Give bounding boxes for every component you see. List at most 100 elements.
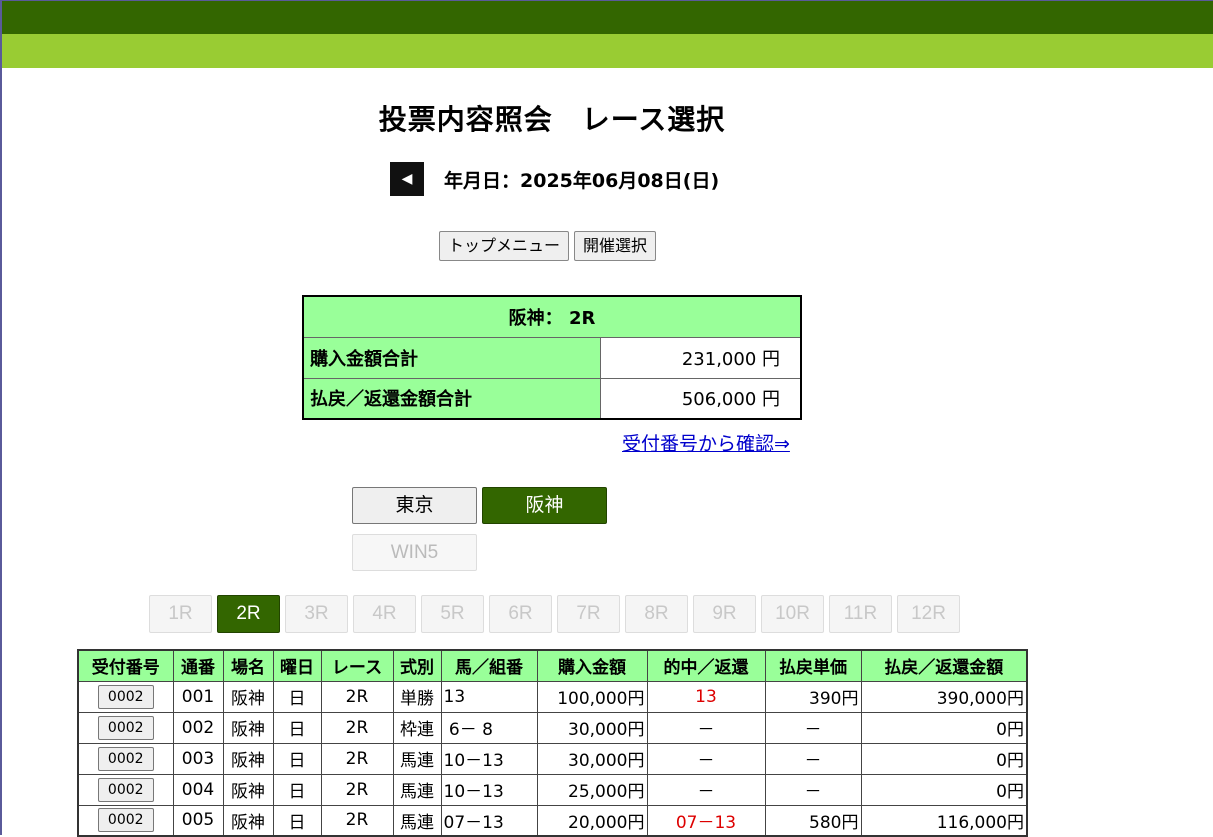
race-cell: 2R — [320, 804, 394, 837]
combo-cell: 13 — [440, 680, 538, 713]
payout-total-value: 506,000 円 — [599, 377, 802, 420]
amount-cell: 25,000円 — [536, 773, 648, 806]
day-cell: 日 — [272, 711, 322, 744]
col-venue: 場名 — [222, 649, 274, 682]
receipt-button[interactable]: 0002 — [97, 777, 154, 802]
receipt-button[interactable]: 0002 — [97, 715, 154, 740]
venue-cell: 阪神 — [222, 742, 274, 775]
top-menu-button[interactable]: トップメニュー — [439, 231, 570, 261]
unit-cell: － — [764, 711, 862, 744]
seq-cell: 005 — [172, 804, 224, 837]
col-receipt: 受付番号 — [77, 649, 174, 682]
amount-cell: 30,000円 — [536, 711, 648, 744]
col-amount: 購入金額 — [536, 649, 648, 682]
race-tab-2r[interactable]: 2R — [217, 595, 280, 633]
type-cell: 馬連 — [392, 742, 442, 775]
table-row: 0002 002 阪神 日 2R 枠連 6－ 8 30,000円 － － 0円 — [77, 711, 1028, 744]
payout-cell: 0円 — [860, 773, 1028, 806]
col-type: 式別 — [392, 649, 442, 682]
summary-header: 阪神： 2R — [302, 295, 802, 338]
race-tab-4r: 4R — [353, 595, 416, 633]
type-cell: 馬連 — [392, 804, 442, 837]
type-cell: 単勝 — [392, 680, 442, 713]
purchase-total-label: 購入金額合計 — [302, 336, 601, 379]
race-tab-3r: 3R — [285, 595, 348, 633]
seq-cell: 002 — [172, 711, 224, 744]
venue-select-button[interactable]: 開催選択 — [574, 231, 657, 261]
day-cell: 日 — [272, 804, 322, 837]
hit-cell: － — [646, 742, 766, 775]
date-label: 年月日：2025年06月08日(日) — [444, 169, 720, 192]
hit-cell: 13 — [646, 680, 766, 713]
race-tab-5r: 5R — [421, 595, 484, 633]
table-row: 0002 003 阪神 日 2R 馬連 10－13 30,000円 － － 0円 — [77, 742, 1028, 775]
col-seq: 通番 — [172, 649, 224, 682]
race-tab-11r: 11R — [829, 595, 892, 633]
col-payout: 払戻／返還金額 — [860, 649, 1028, 682]
combo-cell: 6－ 8 — [440, 711, 538, 744]
col-day: 曜日 — [272, 649, 322, 682]
race-tab-9r: 9R — [693, 595, 756, 633]
race-tabs: 1R 2R 3R 4R 5R 6R 7R 8R 9R 10R 11R 12R — [149, 595, 960, 633]
race-tab-12r: 12R — [897, 595, 960, 633]
payout-cell: 0円 — [860, 711, 1028, 744]
page-title: 投票内容照会 レース選択 — [378, 103, 726, 136]
venue-tab-win5: WIN5 — [352, 534, 477, 571]
hit-cell: － — [646, 711, 766, 744]
unit-cell: － — [764, 773, 862, 806]
receipt-button[interactable]: 0002 — [97, 746, 154, 771]
race-cell: 2R — [320, 680, 394, 713]
bet-table-header: 受付番号 通番 場名 曜日 レース 式別 馬／組番 購入金額 的中／返還 払戻単… — [77, 649, 1028, 682]
race-tab-8r: 8R — [625, 595, 688, 633]
header-bar-dark — [2, 0, 1213, 34]
day-cell: 日 — [272, 680, 322, 713]
table-row: 0002 004 阪神 日 2R 馬連 10－13 25,000円 － － 0円 — [77, 773, 1028, 806]
race-tab-7r: 7R — [557, 595, 620, 633]
seq-cell: 003 — [172, 742, 224, 775]
date-row: ◀ 年月日：2025年06月08日(日) — [390, 162, 719, 196]
race-cell: 2R — [320, 711, 394, 744]
previous-date-button[interactable]: ◀ — [390, 162, 424, 196]
type-cell: 枠連 — [392, 711, 442, 744]
summary-table: 阪神： 2R 購入金額合計 231,000 円 払戻／返還金額合計 506,00… — [302, 295, 802, 420]
col-hit: 的中／返還 — [646, 649, 766, 682]
receipt-button[interactable]: 0002 — [97, 808, 154, 833]
purchase-total-value: 231,000 円 — [599, 336, 802, 379]
venue-tab-tokyo[interactable]: 東京 — [352, 487, 477, 524]
receipt-number-link[interactable]: 受付番号から確認⇒ — [622, 429, 790, 456]
race-cell: 2R — [320, 742, 394, 775]
venue-cell: 阪神 — [222, 804, 274, 837]
seq-cell: 004 — [172, 773, 224, 806]
payout-total-label: 払戻／返還金額合計 — [302, 377, 601, 420]
combo-cell: 10－13 — [440, 742, 538, 775]
race-tab-1r: 1R — [149, 595, 212, 633]
day-cell: 日 — [272, 742, 322, 775]
table-row: 0002 005 阪神 日 2R 馬連 07－13 20,000円 07－13 … — [77, 804, 1028, 837]
bet-table: 受付番号 通番 場名 曜日 レース 式別 馬／組番 購入金額 的中／返還 払戻単… — [77, 649, 1028, 837]
type-cell: 馬連 — [392, 773, 442, 806]
header-bar-light — [2, 34, 1213, 68]
amount-cell: 30,000円 — [536, 742, 648, 775]
combo-cell: 10－13 — [440, 773, 538, 806]
table-row: 0002 001 阪神 日 2R 単勝 13 100,000円 13 390円 … — [77, 680, 1028, 713]
venue-cell: 阪神 — [222, 680, 274, 713]
venue-cell: 阪神 — [222, 773, 274, 806]
unit-cell: 390円 — [764, 680, 862, 713]
day-cell: 日 — [272, 773, 322, 806]
amount-cell: 100,000円 — [536, 680, 648, 713]
triangle-left-icon: ◀ — [401, 171, 413, 187]
seq-cell: 001 — [172, 680, 224, 713]
race-tab-6r: 6R — [489, 595, 552, 633]
menu-buttons: トップメニュー 開催選択 — [439, 231, 657, 261]
hit-cell: 07－13 — [646, 804, 766, 837]
race-tab-10r: 10R — [761, 595, 824, 633]
hit-cell: － — [646, 773, 766, 806]
col-race: レース — [320, 649, 394, 682]
col-unit: 払戻単価 — [764, 649, 862, 682]
col-combo: 馬／組番 — [440, 649, 538, 682]
venue-tab-hanshin[interactable]: 阪神 — [482, 487, 607, 524]
unit-cell: － — [764, 742, 862, 775]
payout-cell: 0円 — [860, 742, 1028, 775]
receipt-button[interactable]: 0002 — [97, 684, 154, 709]
race-cell: 2R — [320, 773, 394, 806]
